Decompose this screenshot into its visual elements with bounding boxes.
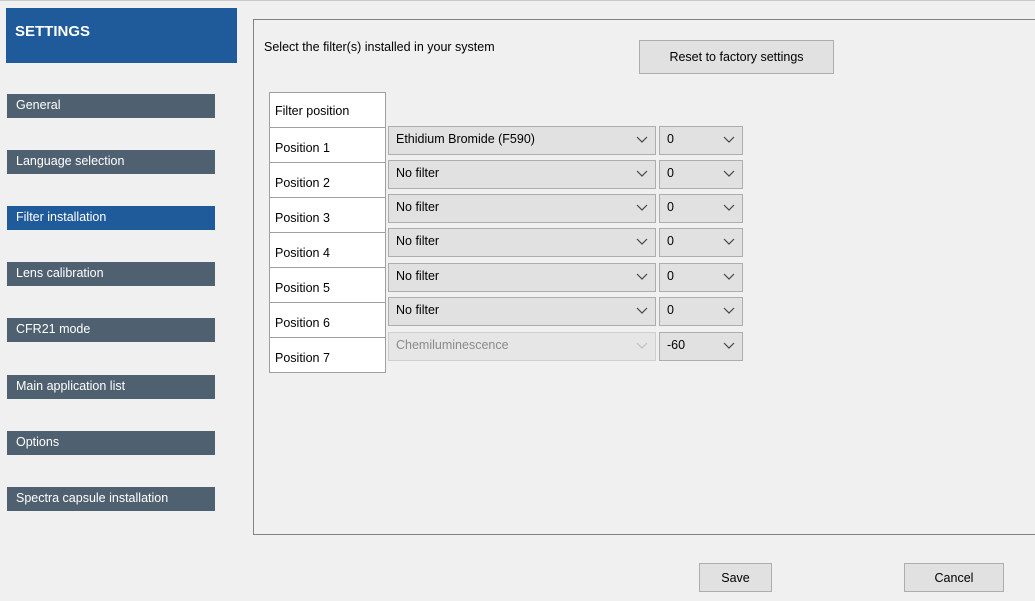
- sidebar-item-filter-installation[interactable]: Filter installation: [7, 206, 215, 230]
- chevron-down-icon: [636, 133, 648, 145]
- sidebar-item-main-application-list[interactable]: Main application list: [7, 375, 215, 399]
- reset-factory-settings-button[interactable]: Reset to factory settings: [639, 40, 834, 74]
- filter-dropdown[interactable]: No filter: [388, 228, 656, 257]
- sidebar-item-cfr21-mode[interactable]: CFR21 mode: [7, 318, 215, 342]
- filter-dropdown-value: No filter: [396, 166, 440, 180]
- chevron-down-icon: [723, 201, 735, 213]
- sidebar-item-lens-calibration[interactable]: Lens calibration: [7, 262, 215, 286]
- chevron-down-icon: [636, 235, 648, 247]
- value-dropdown[interactable]: -60: [659, 332, 743, 361]
- top-border: [0, 0, 1035, 1]
- chevron-down-icon: [723, 133, 735, 145]
- value-dropdown-value: 0: [667, 269, 674, 283]
- value-dropdown[interactable]: 0: [659, 263, 743, 292]
- value-dropdown[interactable]: 0: [659, 297, 743, 326]
- position-cell: Position 5: [269, 268, 386, 303]
- filter-dropdown-value: No filter: [396, 269, 440, 283]
- sidebar-item-spectra-capsule-installation[interactable]: Spectra capsule installation: [7, 487, 215, 511]
- position-cell: Position 2: [269, 163, 386, 198]
- chevron-down-icon: [636, 270, 648, 282]
- value-dropdown-value: 0: [667, 132, 674, 146]
- filter-dropdown-value: No filter: [396, 303, 440, 317]
- position-cell: Position 7: [269, 338, 386, 373]
- chevron-down-icon: [636, 167, 648, 179]
- chevron-down-icon: [723, 339, 735, 351]
- cancel-button[interactable]: Cancel: [904, 563, 1004, 592]
- sidebar-item-options[interactable]: Options: [7, 431, 215, 455]
- value-dropdown-value: 0: [667, 303, 674, 317]
- sidebar-item-language-selection[interactable]: Language selection: [7, 150, 215, 174]
- value-dropdown-value: -60: [667, 338, 686, 352]
- value-dropdown-value: 0: [667, 200, 674, 214]
- chevron-down-icon: [636, 201, 648, 213]
- filter-dropdown-disabled: Chemiluminescence: [388, 332, 656, 361]
- filter-dropdown-value: Chemiluminescence: [396, 338, 509, 352]
- position-cell: Position 3: [269, 198, 386, 233]
- settings-title: SETTINGS: [6, 8, 237, 63]
- chevron-down-icon: [636, 304, 648, 316]
- value-dropdown-value: 0: [667, 166, 674, 180]
- value-dropdown[interactable]: 0: [659, 228, 743, 257]
- chevron-down-icon: [723, 235, 735, 247]
- sidebar-item-general[interactable]: General: [7, 94, 215, 118]
- chevron-down-icon: [723, 270, 735, 282]
- value-dropdown[interactable]: 0: [659, 194, 743, 223]
- position-cell: Position 4: [269, 233, 386, 268]
- filter-dropdown[interactable]: No filter: [388, 297, 656, 326]
- filter-dropdown[interactable]: Ethidium Bromide (F590): [388, 126, 656, 155]
- filter-dropdown-value: No filter: [396, 200, 440, 214]
- filter-dropdown[interactable]: No filter: [388, 263, 656, 292]
- filter-dropdown[interactable]: No filter: [388, 194, 656, 223]
- chevron-down-icon: [723, 304, 735, 316]
- value-dropdown-value: 0: [667, 234, 674, 248]
- position-cell: Position 6: [269, 303, 386, 338]
- filter-dropdown-value: Ethidium Bromide (F590): [396, 132, 535, 146]
- chevron-down-icon: [636, 339, 648, 351]
- filter-dropdown-value: No filter: [396, 234, 440, 248]
- position-cell: Position 1: [269, 128, 386, 163]
- value-dropdown[interactable]: 0: [659, 126, 743, 155]
- filter-position-header: Filter position: [269, 92, 386, 128]
- filter-dropdown[interactable]: No filter: [388, 160, 656, 189]
- chevron-down-icon: [723, 167, 735, 179]
- value-dropdown[interactable]: 0: [659, 160, 743, 189]
- instructions-text: Select the filter(s) installed in your s…: [264, 40, 495, 54]
- save-button[interactable]: Save: [699, 563, 772, 592]
